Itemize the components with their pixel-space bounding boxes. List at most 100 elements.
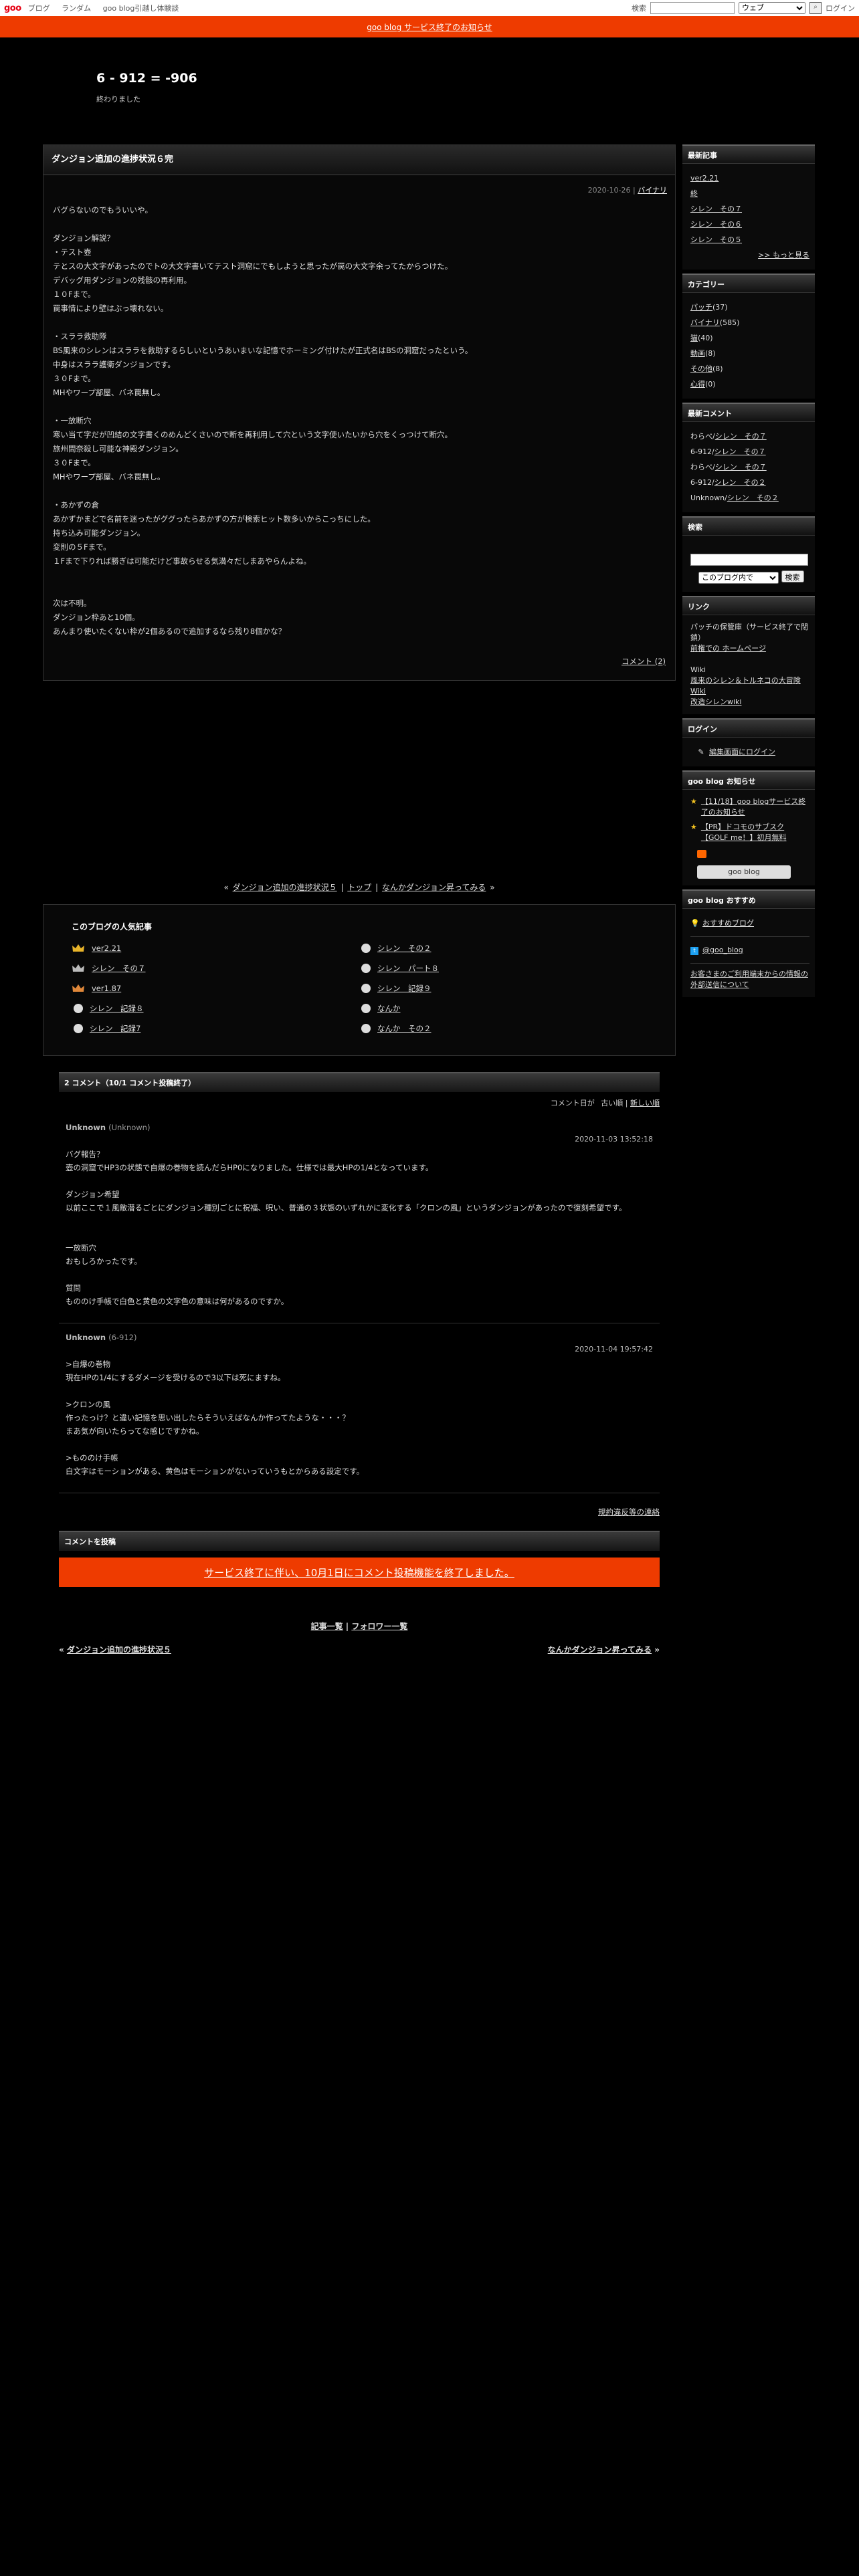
report-violation-link[interactable]: 規約違反等の連絡 [598,1507,660,1517]
sort-old[interactable]: 古い順 [601,1099,623,1107]
popular-heading: このブログの人気記事 [72,922,153,932]
news-link[interactable]: 【PR】ドコモのサブスク【GOLF me！】初月無料 [701,822,809,843]
entry-title: ダンジョン追加の進捗状況６完 [43,145,675,175]
category-link[interactable]: 心得 [690,380,705,389]
lightbulb-icon: 💡 [690,919,700,928]
entry: ダンジョン追加の進捗状況６完 2020-10-26 | バイナリ バグらないので… [43,144,676,681]
popular-link[interactable]: なんか その２ [377,1023,432,1034]
blog-title[interactable]: 6 - 912 = -906 [96,71,197,86]
popular-link[interactable]: ver2.21 [92,944,121,953]
nav-move-stories[interactable]: goo blog引越し体験談 [103,4,179,13]
blog-search-input[interactable] [690,554,808,566]
recommend-link[interactable]: おすすめブログ [702,919,754,928]
entry-meta: 2020-10-26 | バイナリ [587,186,667,195]
comment-closed-link[interactable]: サービス終了に伴い、10月1日にコメント投稿機能を終了しました。 [204,1566,514,1580]
bronze-crown-icon [72,984,84,992]
rank-dot-icon [361,984,371,993]
popular-link[interactable]: シレン その２ [377,943,432,954]
pager-prev[interactable]: ダンジョン追加の進捗状況５ [233,883,337,892]
more-link[interactable]: >> もっと見る [758,251,809,259]
popular-link[interactable]: シレン 記録９ [377,983,432,994]
star-icon: ★ [690,823,697,831]
recent-comment-link[interactable]: シレン その２ [714,478,766,487]
rss-icon[interactable] [697,850,706,858]
recent-entry-link[interactable]: 終 [690,189,698,198]
sort-label: コメント日が [550,1099,595,1107]
recent-comments: 最新コメント わらべ/シレン その７ 6-912/シレン その７ わらべ/シレン… [682,403,815,512]
top-search-input[interactable] [650,2,735,14]
blog-search-scope[interactable]: このブログ内で [698,572,779,584]
goo-blog-button[interactable]: goo blog [697,865,791,879]
service-end-notice: goo blog サービス終了のお知らせ [0,16,859,37]
recent-entry-link[interactable]: ver2.21 [690,174,719,183]
pencil-icon: ✎ [698,748,704,756]
main-column: ダンジョン追加の進捗状況６完 2020-10-26 | バイナリ バグらないので… [43,144,676,1655]
star-icon: ★ [690,797,697,806]
links: リンク パッチの保管庫（サービス終了で閉鎖） 前権での ホームページ Wiki … [682,596,815,714]
wiki-link[interactable]: 風来のシレン＆トルネコの大冒険 Wiki [690,676,801,695]
category-link[interactable]: 猫 [690,334,698,342]
recent-comment-link[interactable]: シレン その７ [715,463,767,471]
popular-link[interactable]: なんか [377,1003,401,1014]
recent-entry-link[interactable]: シレン その５ [690,235,742,244]
login-link[interactable]: ログイン [826,3,855,13]
recent-entry-link[interactable]: シレン その７ [690,205,742,213]
follower-list-link[interactable]: フォロワー一覧 [351,1622,407,1631]
sort-new[interactable]: 新しい順 [630,1099,660,1107]
recent-comment-link[interactable]: シレン その７ [714,447,766,456]
pager-next[interactable]: なんかダンジョン昇ってみる [382,883,486,892]
wiki-link[interactable]: 改造シレンwiki [690,697,741,706]
search-icon[interactable]: ⌕ [809,2,822,14]
goo-news: goo blog お知らせ ★ 【11/18】goo blogサービス終了のお知ら… [682,770,815,885]
news-heading: goo blog お知らせ [682,770,815,790]
edit-login-link[interactable]: 編集画面にログイン [709,748,775,756]
login-heading: ログイン [682,718,815,738]
category-link[interactable]: 動画 [690,349,705,358]
nav-random[interactable]: ランダム [62,4,91,13]
service-end-link[interactable]: goo blog サービス終了のお知らせ [367,21,492,33]
search-scope-select[interactable]: ウェブ [739,2,805,14]
pager-top[interactable]: トップ [347,883,371,892]
blog-search-button[interactable]: 検索 [781,570,804,582]
category-link[interactable]: その他 [690,364,712,373]
popular-link[interactable]: シレン その７ [92,963,146,974]
nav-blog[interactable]: ブログ [28,4,50,13]
recent-comment-link[interactable]: シレン その７ [715,432,767,441]
gold-crown-icon [72,944,84,952]
entry-date: 2020-10-26 [587,186,631,195]
list-links: 記事一覧 | フォロワー一覧 [310,1622,408,1631]
recent-entries: 最新記事 ver2.21 終 シレン その７ シレン その６ シレン その５ >… [682,144,815,270]
comment-body: バグ報告？ 壺の洞窟でHP3の状態で自爆の巻物を読んだらHP0になりました。仕様… [66,1150,627,1306]
wiki-label: Wiki [690,665,706,674]
entry-category[interactable]: バイナリ [638,186,667,195]
prev-entry-link[interactable]: ダンジョン追加の進捗状況５ [67,1645,171,1654]
homepage-link[interactable]: 前権での ホームページ [690,644,766,653]
category-link[interactable]: パッチ [690,303,712,312]
entry-list-link[interactable]: 記事一覧 [311,1622,343,1631]
next-entry-link[interactable]: なんかダンジョン昇ってみる [548,1645,652,1654]
entry-comments-link[interactable]: コメント (2) [622,657,666,666]
popular-link[interactable]: ver1.87 [92,984,121,993]
popular-link[interactable]: シレン 記録８ [90,1003,144,1014]
comment-author: Unknown (Unknown) [66,1123,151,1132]
links-heading: リンク [682,596,815,615]
category-link[interactable]: バイナリ [690,318,720,327]
login-box: ログイン ✎ 編集画面にログイン [682,718,815,766]
category-heading: カテゴリー [682,274,815,293]
popular-item: なんか [359,1002,647,1015]
search-label: 検索 [632,4,646,13]
goo-logo[interactable]: goo [4,3,21,13]
popular-item: なんか その２ [359,1022,647,1035]
popular-entries: このブログの人気記事 ver2.21 シレン その２ シレン その７ シレン パ… [43,904,676,1056]
goo-recommend: goo blog おすすめ 💡 おすすめブログ t @goo_blog お客さまのご… [682,889,815,997]
twitter-link[interactable]: @goo_blog [702,946,743,954]
external-transmission-link[interactable]: お客さまのご利用端末からの情報の外部送信について [690,970,808,989]
news-link[interactable]: 【11/18】goo blogサービス終了のお知らせ [701,796,809,818]
recent-comment-link[interactable]: シレン その２ [727,494,779,502]
popular-item: シレン 記録８ [72,1002,359,1015]
recent-entry-link[interactable]: シレン その６ [690,220,742,229]
post-comment-heading: コメントを投稿 [59,1531,660,1551]
silver-crown-icon [72,964,84,972]
popular-link[interactable]: シレン 記録7 [90,1023,140,1034]
popular-link[interactable]: シレン パート８ [377,963,439,974]
